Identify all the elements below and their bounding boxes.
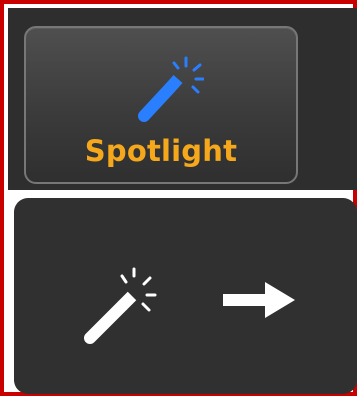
spotlight-button[interactable]: Spotlight bbox=[24, 26, 298, 184]
screenshot-frame: Spotlight bbox=[0, 0, 357, 396]
gesture-card bbox=[14, 198, 357, 394]
arrow-right-icon bbox=[223, 282, 295, 318]
magic-wand-icon bbox=[138, 56, 204, 122]
magic-wand-icon bbox=[84, 267, 157, 344]
spotlight-label: Spotlight bbox=[84, 134, 238, 168]
